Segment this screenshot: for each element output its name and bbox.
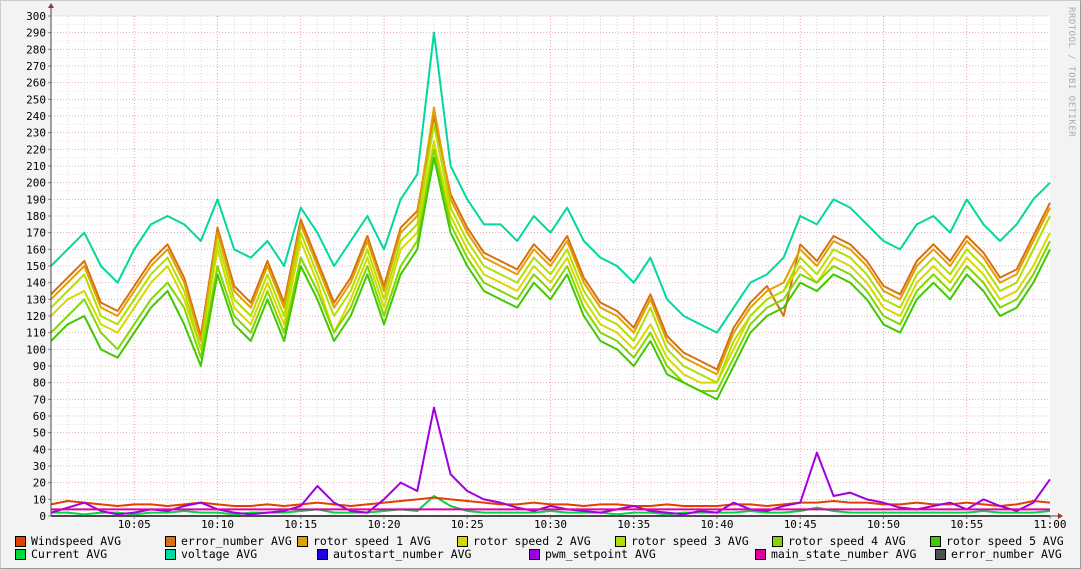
legend-item: autostart_number AVG bbox=[317, 547, 471, 561]
watermark: RRDTOOL / TOBI OETIKER bbox=[1066, 7, 1076, 138]
x-tick-label: 10:05 bbox=[118, 518, 151, 531]
legend-swatch bbox=[529, 548, 540, 560]
y-tick-label: 200 bbox=[26, 177, 46, 190]
x-tick-label: 10:25 bbox=[451, 518, 484, 531]
legend-swatch bbox=[317, 548, 328, 560]
y-tick-label: 260 bbox=[26, 77, 46, 90]
legend-label: voltage AVG bbox=[181, 547, 258, 561]
legend-item: main_state_number AVG bbox=[755, 547, 916, 561]
legend-swatch bbox=[755, 548, 766, 560]
y-tick-label: 240 bbox=[26, 110, 46, 123]
legend-label: rotor speed 2 AVG bbox=[473, 534, 591, 548]
y-tick-label: 50 bbox=[33, 427, 46, 440]
legend-swatch bbox=[15, 548, 26, 560]
y-tick-label: 280 bbox=[26, 43, 46, 56]
x-tick-label: 10:15 bbox=[284, 518, 317, 531]
y-tick-label: 170 bbox=[26, 227, 46, 240]
legend-item: rotor speed 3 AVG bbox=[615, 534, 749, 548]
legend-swatch bbox=[165, 535, 176, 547]
legend-item: error_number AVG bbox=[165, 534, 292, 548]
legend-item: Windspeed AVG bbox=[15, 534, 121, 548]
legend-label: rotor speed 3 AVG bbox=[631, 534, 749, 548]
legend-item: error_number AVG bbox=[935, 547, 1062, 561]
y-tick-label: 90 bbox=[33, 360, 46, 373]
y-tick-label: 60 bbox=[33, 410, 46, 423]
y-tick-label: 70 bbox=[33, 393, 46, 406]
y-tick-label: 220 bbox=[26, 143, 46, 156]
y-tick-label: 210 bbox=[26, 160, 46, 173]
legend-label: rotor speed 1 AVG bbox=[313, 534, 431, 548]
chart-canvas: 0 10 20 30 40 50 60 70 80 90 100 110 120 130 140 150 160… bbox=[26, 3, 1067, 531]
legend-label: error_number AVG bbox=[181, 534, 292, 548]
y-tick-label: 140 bbox=[26, 277, 46, 290]
y-tick-label: 180 bbox=[26, 210, 46, 223]
legend-item: rotor speed 4 AVG bbox=[772, 534, 906, 548]
y-tick-label: 30 bbox=[33, 460, 46, 473]
y-tick-label: 110 bbox=[26, 327, 46, 340]
legend-label: Current AVG bbox=[31, 547, 108, 561]
legend-item: rotor speed 1 AVG bbox=[297, 534, 431, 548]
legend-item: rotor speed 2 AVG bbox=[457, 534, 591, 548]
y-tick-label: 10 bbox=[33, 493, 46, 506]
y-tick-label: 300 bbox=[26, 10, 46, 23]
y-tick-label: 160 bbox=[26, 243, 46, 256]
legend-swatch bbox=[457, 535, 468, 547]
legend-label: error_number AVG bbox=[951, 547, 1062, 561]
y-tick-label: 270 bbox=[26, 60, 46, 73]
y-tick-label: 120 bbox=[26, 310, 46, 323]
y-tick-label: 130 bbox=[26, 293, 46, 306]
y-axis-arrow-icon bbox=[48, 3, 54, 8]
y-tick-label: 20 bbox=[33, 477, 46, 490]
y-tick-label: 100 bbox=[26, 343, 46, 356]
legend-item: Current AVG bbox=[15, 547, 107, 561]
x-tick-label: 10:30 bbox=[534, 518, 567, 531]
legend-swatch bbox=[165, 548, 176, 560]
x-tick-label: 10:55 bbox=[950, 518, 983, 531]
legend-item: voltage AVG bbox=[165, 547, 257, 561]
x-tick-label: 11:00 bbox=[1033, 518, 1066, 531]
y-tick-label: 80 bbox=[33, 377, 46, 390]
legend-item: pwm_setpoint AVG bbox=[529, 547, 656, 561]
legend-swatch bbox=[930, 535, 941, 547]
legend-swatch bbox=[15, 535, 26, 547]
legend-label: main_state_number AVG bbox=[771, 547, 917, 561]
legend-swatch bbox=[935, 548, 946, 560]
y-tick-label: 40 bbox=[33, 443, 46, 456]
y-tick-label: 250 bbox=[26, 93, 46, 106]
legend-label: Windspeed AVG bbox=[31, 534, 122, 548]
x-tick-label: 10:35 bbox=[617, 518, 650, 531]
x-tick-label: 10:40 bbox=[700, 518, 733, 531]
y-tick-label: 190 bbox=[26, 193, 46, 206]
y-tick-label: 230 bbox=[26, 127, 46, 140]
legend-label: autostart_number AVG bbox=[333, 547, 472, 561]
x-tick-label: 10:45 bbox=[784, 518, 817, 531]
legend-item: rotor speed 5 AVG bbox=[930, 534, 1064, 548]
legend-label: rotor speed 5 AVG bbox=[946, 534, 1064, 548]
y-tick-label: 290 bbox=[26, 27, 46, 40]
legend-swatch bbox=[297, 535, 308, 547]
x-tick-label: 10:50 bbox=[867, 518, 900, 531]
legend-swatch bbox=[772, 535, 783, 547]
x-tick-label: 10:10 bbox=[201, 518, 234, 531]
legend-swatch bbox=[615, 535, 626, 547]
legend-label: rotor speed 4 AVG bbox=[788, 534, 906, 548]
legend-label: pwm_setpoint AVG bbox=[545, 547, 656, 561]
rrd-graph: 0 10 20 30 40 50 60 70 80 90 100 110 120 130 140 150 160… bbox=[0, 0, 1081, 569]
x-tick-label: 10:20 bbox=[367, 518, 400, 531]
y-tick-label: 150 bbox=[26, 260, 46, 273]
y-tick-label: 0 bbox=[39, 510, 46, 523]
